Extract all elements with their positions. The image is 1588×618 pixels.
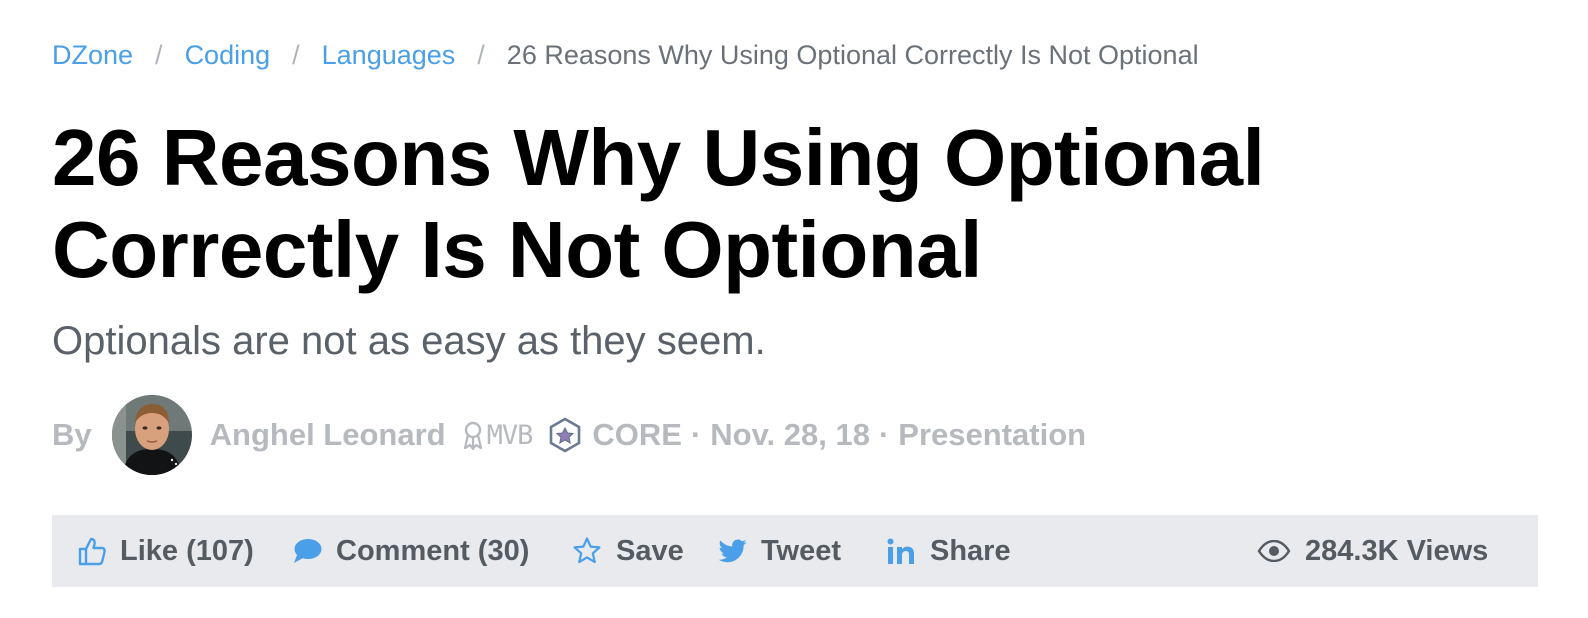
core-hexagon-icon [548,417,582,453]
like-button[interactable]: Like (107) [78,515,254,587]
publish-date: Nov. 28, 18 [710,417,870,452]
ribbon-award-icon [463,421,482,450]
breadcrumb-separator: / [292,39,300,70]
article-subtitle: Optionals are not as easy as they seem. [52,319,766,363]
breadcrumb-separator: / [477,39,485,70]
comment-button-label: Comment (30) [336,534,530,567]
tweet-button-label: Tweet [761,534,842,567]
breadcrumb-separator: / [155,39,163,70]
mvb-badge-label: MVB [486,419,534,451]
byline-separator: · [690,417,702,452]
save-button-label: Save [616,534,684,567]
breadcrumb-coding-link[interactable]: Coding [185,40,271,71]
article-category-link[interactable]: Presentation [898,417,1086,453]
article-byline: By Anghel Leonard MVB CORE · Nov. 28, 18… [52,395,1086,475]
breadcrumb: DZone / Coding / Languages / 26 Reasons … [52,38,1199,72]
breadcrumb-languages-link[interactable]: Languages [322,40,456,71]
byline-by-label: By [52,417,92,452]
view-count-label: 284.3K Views [1305,534,1489,567]
star-icon [573,537,601,564]
view-count: 284.3K Views [1257,515,1488,587]
author-name-link[interactable]: Anghel Leonard [210,417,446,453]
core-zone-link[interactable]: CORE [592,417,682,453]
author-photo [111,395,192,475]
share-button-label: Share [930,534,1011,567]
breadcrumb-current-page: 26 Reasons Why Using Optional Correctly … [506,39,1199,70]
eye-icon [1257,540,1291,562]
tweet-button[interactable]: Tweet [719,515,841,587]
linkedin-icon [887,538,914,564]
like-button-label: Like (107) [120,534,254,567]
byline-separator: · [878,417,890,452]
article-action-bar: Like (107) Comment (30) Save Tweet Share [52,515,1538,587]
twitter-bird-icon [719,539,747,563]
comment-button[interactable]: Comment (30) [292,515,529,587]
thumbs-up-icon [78,537,106,566]
mvb-badge: MVB [462,420,533,451]
breadcrumb-dzone-link[interactable]: DZone [52,40,133,71]
author-avatar[interactable] [111,395,192,475]
speech-bubble-icon [294,539,322,563]
article-title: 26 Reasons Why Using Optional Correctly … [52,113,1265,294]
save-button[interactable]: Save [572,515,684,587]
linkedin-share-button[interactable]: Share [886,515,1011,587]
